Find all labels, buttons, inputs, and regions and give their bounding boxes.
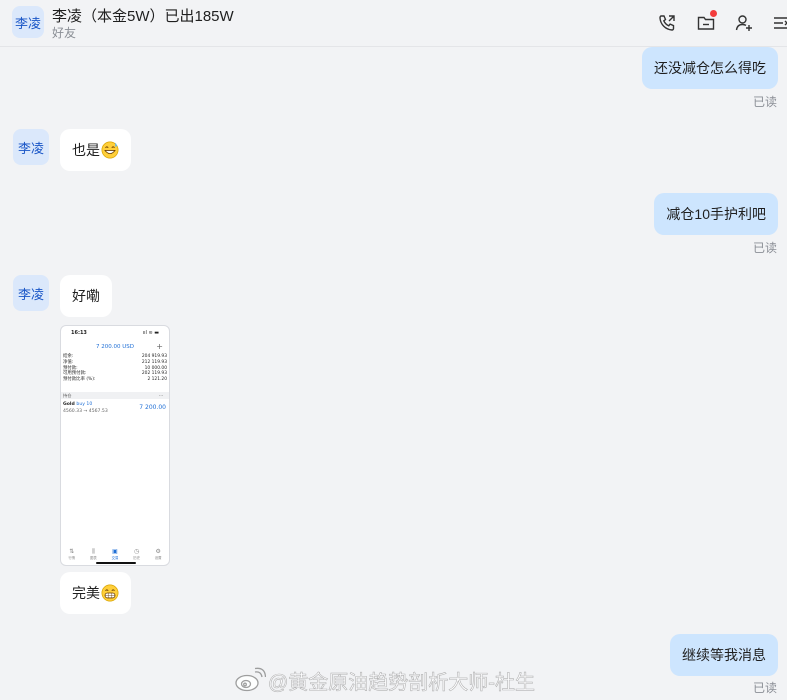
contact-relation: 好友: [52, 26, 77, 40]
contact-avatar[interactable]: 李凌: [13, 275, 49, 311]
message-text: 完美: [72, 585, 100, 601]
more-icon: ···: [159, 393, 163, 398]
phone-tab-chart: ⫼ 图表: [90, 548, 97, 560]
gear-icon: ⚙: [155, 548, 161, 555]
history-icon: ◷: [133, 548, 140, 555]
menu-list-icon[interactable]: [770, 12, 787, 34]
read-status: 已读: [752, 95, 777, 109]
chat-header: 李凌 李凌（本金5W）已出185W 好友: [0, 0, 787, 47]
phone-tab-settings: ⚙ 设置: [155, 548, 162, 560]
quotes-icon: ⇅: [69, 548, 75, 555]
summary-value: 2 121.20: [147, 377, 167, 383]
tab-label: 历史: [133, 556, 140, 560]
home-indicator: [96, 562, 136, 564]
tab-label: 行情: [68, 556, 76, 560]
phone-share-icon[interactable]: [656, 12, 678, 34]
tab-label: 设置: [154, 556, 162, 560]
message-bubble-outgoing[interactable]: 减仓10手护利吧: [654, 193, 778, 235]
position-title: Gold buy 10: [63, 402, 92, 407]
folder-icon[interactable]: [695, 10, 717, 34]
positions-label: 持仓: [63, 393, 72, 398]
message-bubble-outgoing[interactable]: 还没减仓怎么得吃: [642, 47, 778, 89]
plus-icon: +: [156, 342, 163, 351]
watermark-text: @黄金原油趋势剖析大师-杜生: [268, 671, 536, 694]
contact-name[interactable]: 李凌（本金5W）已出185W: [52, 5, 234, 26]
weibo-watermark: @黄金原油趋势剖析大师-杜生: [234, 666, 535, 694]
position-prices: 4560.33 → 4567.53: [63, 409, 108, 414]
message-text: 也是: [72, 142, 100, 158]
phone-status-time: 16:13: [71, 330, 87, 336]
beaming-grin-sweat-emoji: [101, 141, 119, 159]
add-user-icon[interactable]: [733, 12, 755, 34]
message-bubble-outgoing[interactable]: 继续等我消息: [670, 634, 778, 676]
summary-label: 预付款比率 (%):: [63, 377, 96, 383]
summary-row: 预付款比率 (%): 2 121.20: [63, 377, 167, 383]
tab-label: 交易: [111, 556, 119, 560]
message-bubble-incoming[interactable]: 完美: [60, 572, 131, 614]
position-symbol: Gold: [63, 402, 75, 407]
phone-tab-quotes: ⇅ 行情: [68, 548, 75, 560]
read-status: 已读: [752, 681, 777, 695]
image-message[interactable]: 16:13 ııl ≋ ▬ 7 200.00 USD + 结余: 204 919.…: [60, 325, 170, 566]
phone-tab-history: ◷ 历史: [133, 548, 140, 560]
message-bubble-incoming[interactable]: 好嘞: [60, 275, 112, 317]
contact-avatar[interactable]: 李凌: [13, 129, 49, 165]
chart-icon: ⫼: [92, 548, 95, 555]
grinning-emoji: [101, 584, 119, 602]
account-balance: 7 200.00 USD: [96, 344, 134, 350]
phone-status-icons: ııl ≋ ▬: [142, 330, 159, 336]
position-side: buy 10: [76, 402, 93, 407]
weibo-logo-icon: [235, 667, 266, 692]
positions-header: 持仓 ···: [61, 392, 169, 399]
message-bubble-incoming[interactable]: 也是: [60, 129, 131, 171]
notification-dot: [710, 10, 717, 17]
header-avatar[interactable]: 李凌: [12, 6, 44, 38]
phone-tab-bar: ⇅ 行情 ⫼ 图表 ▣ 交易 ◷ 历史 ⚙ 设置: [61, 548, 169, 560]
account-summary: 结余: 204 919.93 净值: 212 119.93 预付款: 10 000.0…: [63, 354, 167, 383]
phone-tab-trade: ▣ 交易: [112, 548, 119, 560]
position-profit: 7 200.00: [139, 404, 166, 411]
tab-label: 图表: [90, 556, 97, 560]
read-status: 已读: [752, 241, 777, 255]
trade-icon: ▣: [112, 548, 118, 555]
